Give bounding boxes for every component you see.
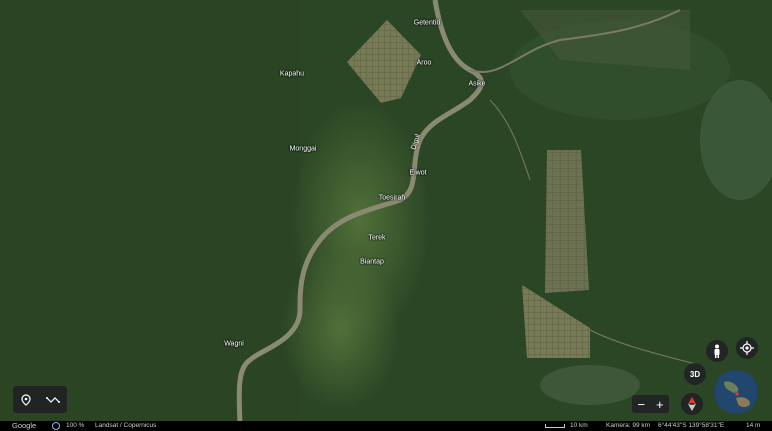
camera-altitude: Kamera: 99 km	[606, 422, 651, 429]
place-aroo[interactable]: Aroo	[417, 60, 432, 67]
scale-label: 10 km	[570, 422, 588, 429]
zoom-controls: − +	[632, 395, 669, 413]
place-monggai[interactable]: Monggai	[290, 146, 317, 153]
zoom-out-icon[interactable]: −	[637, 397, 645, 412]
place-marker-icon[interactable]	[20, 393, 32, 406]
compass-icon[interactable]	[681, 393, 703, 415]
globe-icon[interactable]	[714, 370, 758, 414]
place-wagni[interactable]: Wagni	[224, 341, 244, 348]
measure-icon[interactable]	[46, 394, 60, 406]
elevation: 14 m	[746, 422, 761, 429]
place-biantap[interactable]: Biantap	[360, 259, 384, 266]
3d-button[interactable]: 3D	[684, 363, 706, 385]
map-tools-panel	[13, 386, 67, 413]
my-location-icon[interactable]	[736, 337, 758, 359]
scale-bar	[545, 424, 565, 428]
pegman-icon[interactable]	[706, 340, 728, 362]
loading-indicator-icon	[52, 422, 60, 430]
google-logo: Google	[12, 421, 37, 430]
satellite-map[interactable]	[0, 0, 772, 431]
place-terek[interactable]: Terek	[368, 235, 385, 242]
place-kapahu[interactable]: Kapahu	[280, 71, 304, 78]
place-eiwot[interactable]: Eiwot	[409, 170, 426, 177]
imagery-attribution[interactable]: Landsat / Copernicus	[95, 422, 156, 429]
loading-percentage: 100 %	[66, 422, 85, 429]
status-bar: Google 100 % Landsat / Copernicus 10 km …	[0, 421, 772, 431]
cursor-coordinates: 6°44'43"S 139°58'31"E	[658, 422, 725, 429]
place-getentiri[interactable]: Getentiri	[414, 20, 440, 27]
place-asike[interactable]: Asike	[468, 81, 485, 88]
zoom-in-icon[interactable]: +	[656, 397, 664, 412]
place-toesirah[interactable]: Toesirah	[379, 195, 405, 202]
